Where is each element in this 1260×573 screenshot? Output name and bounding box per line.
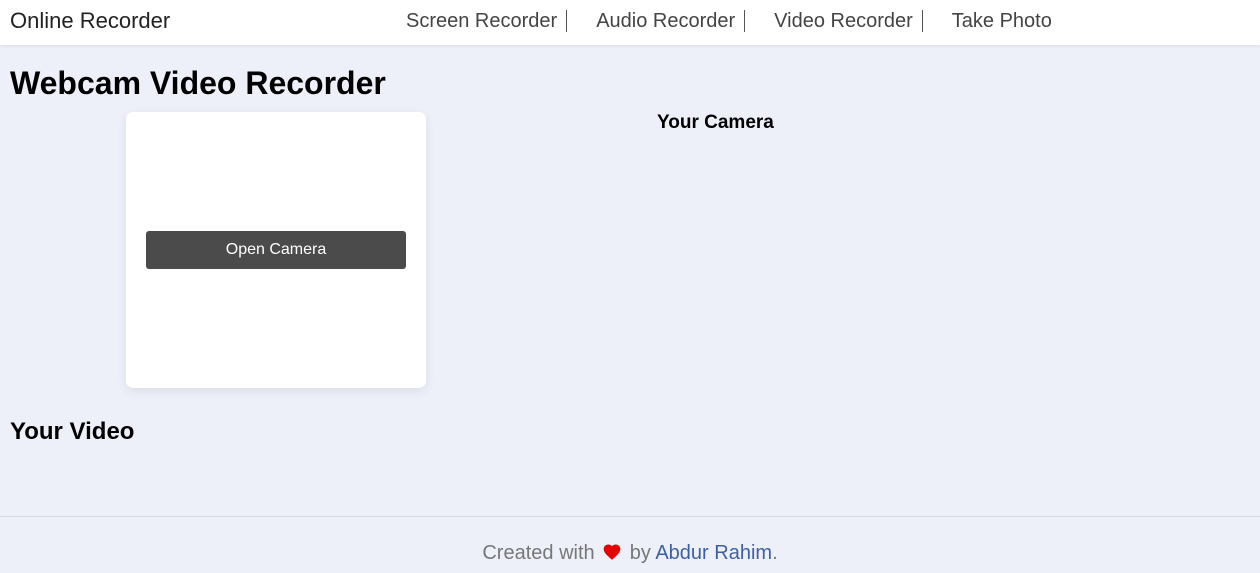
nav-screen-recorder[interactable]: Screen Recorder bbox=[396, 9, 567, 33]
footer-prefix-text: Created with bbox=[482, 542, 595, 564]
open-camera-button[interactable]: Open Camera bbox=[146, 231, 406, 269]
footer-suffix: . bbox=[772, 542, 778, 564]
nav-video-recorder[interactable]: Video Recorder bbox=[764, 9, 923, 33]
camera-control-card: Open Camera bbox=[126, 112, 426, 388]
top-navbar: Online Recorder Screen Recorder Audio Re… bbox=[0, 0, 1260, 45]
footer-by-text: by bbox=[629, 542, 651, 564]
main-nav: Screen Recorder Audio Recorder Video Rec… bbox=[396, 8, 1062, 34]
nav-divider bbox=[566, 10, 568, 32]
heart-icon bbox=[602, 542, 622, 562]
author-link[interactable]: Abdur Rahim bbox=[655, 542, 772, 564]
nav-divider bbox=[921, 10, 923, 32]
page-title: Webcam Video Recorder bbox=[10, 65, 386, 101]
nav-divider bbox=[744, 10, 746, 32]
video-heading: Your Video bbox=[10, 418, 135, 445]
camera-heading: Your Camera bbox=[657, 112, 774, 133]
nav-take-photo[interactable]: Take Photo bbox=[942, 9, 1062, 33]
footer: Created with by Abdur Rahim. bbox=[0, 516, 1260, 573]
nav-audio-recorder[interactable]: Audio Recorder bbox=[586, 9, 745, 33]
brand-link[interactable]: Online Recorder bbox=[10, 8, 170, 34]
